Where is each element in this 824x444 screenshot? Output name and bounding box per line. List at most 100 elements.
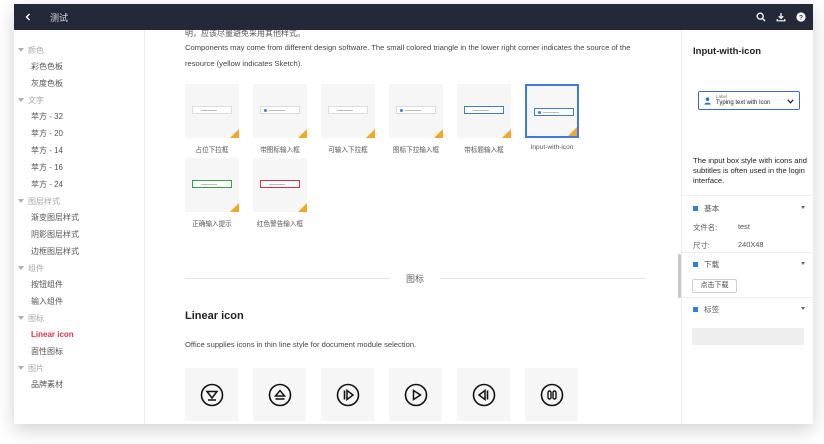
sidebar-item-linear-icon[interactable]: Linear icon [14, 326, 144, 343]
sketch-badge [298, 129, 307, 138]
caret-down-icon [18, 98, 24, 102]
thumb-label: 带图标输入框 [260, 147, 300, 154]
mini-input [328, 106, 368, 114]
mini-input [464, 106, 504, 114]
thumb-preview [185, 158, 239, 212]
sketch-badge [230, 129, 239, 138]
icon-tile[interactable] [321, 368, 374, 421]
sidebar-item-font-14[interactable]: 苹方 - 14 [14, 142, 144, 159]
top-bar: 测试 ? [14, 4, 813, 30]
sidebar-group-images[interactable]: 图片 [14, 360, 144, 376]
section-separator [682, 195, 813, 196]
thumb-preview [185, 84, 239, 138]
sidebar-item-font-20[interactable]: 苹方 - 20 [14, 125, 144, 142]
filter-circle-icon [200, 383, 223, 406]
sidebar-item-input-component[interactable]: 输入组件 [14, 293, 144, 310]
caret-down-icon [18, 199, 24, 203]
component-thumb[interactable]: 占位下拉框 [185, 84, 239, 154]
mini-input [260, 106, 300, 114]
section-basic-toggle[interactable]: 基本 [693, 202, 805, 214]
sketch-badge [298, 203, 307, 212]
thumb-preview [321, 84, 375, 138]
caret-down-icon [801, 262, 805, 265]
back-button[interactable] [14, 4, 42, 30]
detail-panel: Input-with-icon Label Typing text with I… [681, 30, 813, 424]
mini-line [405, 110, 421, 111]
component-thumb[interactable]: 带图标输入框 [253, 84, 307, 154]
preview-input-with-icon[interactable]: Label Typing text with Icon [698, 91, 800, 110]
download-button[interactable]: 点击下载 [692, 279, 737, 293]
chevron-left-icon [25, 13, 30, 21]
sidebar-item-shadow-style[interactable]: 阴影图层样式 [14, 226, 144, 243]
mini-line [201, 110, 217, 111]
detail-description: The input box style with icons and subti… [693, 156, 807, 185]
download-button[interactable] [775, 11, 787, 23]
mini-input [260, 180, 300, 188]
sidebar: 颜色 彩色色板 灰度色板 文字 苹方 - 32 苹方 - 20 苹方 - 14 … [14, 30, 145, 424]
sidebar-group-text[interactable]: 文字 [14, 92, 144, 108]
download-icon [776, 13, 786, 22]
sidebar-item-font-16[interactable]: 苹方 - 16 [14, 159, 144, 176]
section-tags-toggle[interactable]: 标签 [693, 303, 805, 315]
sidebar-item-filled-icon[interactable]: 面性图标 [14, 343, 144, 360]
component-thumb-selected[interactable]: Input-with-icon [525, 84, 579, 151]
icon-tile[interactable] [389, 368, 442, 421]
icon-tile[interactable] [185, 368, 238, 421]
mini-dot [400, 109, 403, 112]
sidebar-item-font-32[interactable]: 苹方 - 32 [14, 108, 144, 125]
rewind-circle-icon [472, 383, 495, 406]
search-icon [756, 12, 766, 22]
section-download-toggle[interactable]: 下载 [693, 258, 805, 270]
mini-line [269, 184, 285, 185]
component-thumb[interactable]: 可输入下拉框 [321, 84, 375, 154]
sidebar-item-border-style[interactable]: 边框图层样式 [14, 243, 144, 260]
caret-down-icon [18, 366, 24, 370]
thumb-preview [525, 84, 579, 138]
mini-line [473, 110, 489, 111]
sidebar-item-gradient-style[interactable]: 渐变图层样式 [14, 209, 144, 226]
section-marker-icon [693, 261, 698, 267]
sidebar-group-icons[interactable]: 图标 [14, 310, 144, 326]
intro-paragraph: Components may come from different desig… [185, 43, 631, 68]
icon-tile[interactable] [457, 368, 510, 421]
sidebar-group-components[interactable]: 组件 [14, 260, 144, 276]
section-marker-icon [693, 306, 698, 312]
search-button[interactable] [755, 11, 767, 23]
caret-down-icon [801, 307, 805, 310]
mini-input [192, 180, 232, 188]
sidebar-item-brand-assets[interactable]: 品牌素材 [14, 376, 144, 393]
mini-input [192, 106, 232, 114]
thumb-label: 可输入下拉框 [328, 147, 368, 154]
sidebar-item-font-24[interactable]: 苹方 - 24 [14, 176, 144, 193]
tags-area[interactable] [692, 328, 804, 345]
file-name-value: test [738, 222, 750, 231]
help-button[interactable]: ? [795, 11, 807, 23]
mini-input [396, 106, 436, 114]
section-separator [682, 297, 813, 298]
component-thumb[interactable]: 红色警告输入框 [253, 158, 307, 228]
sidebar-item-color-palette[interactable]: 彩色色板 [14, 58, 144, 75]
size-row: 尺寸: 240X48 [693, 240, 764, 250]
main-content: 明，应该尽量避免采用其他样式。 Components may come from… [146, 30, 681, 424]
sketch-badge [502, 129, 511, 138]
mini-line [201, 184, 217, 185]
component-thumb[interactable]: 正确输入提示 [185, 158, 239, 228]
sidebar-item-button-component[interactable]: 按钮组件 [14, 276, 144, 293]
pause-circle-icon [540, 383, 563, 406]
icon-tile[interactable] [525, 368, 578, 421]
file-name-row: 文件名: test [693, 222, 750, 232]
play-step-circle-icon [336, 383, 359, 406]
icon-tile[interactable] [253, 368, 306, 421]
mini-line [269, 110, 285, 111]
sidebar-group-color[interactable]: 颜色 [14, 42, 144, 58]
topbar-actions: ? [755, 4, 807, 30]
sidebar-group-layer-style[interactable]: 图层样式 [14, 193, 144, 209]
thumb-preview [253, 84, 307, 138]
section-title: Linear icon [185, 310, 244, 322]
user-icon [704, 97, 711, 105]
component-thumb[interactable]: 带标题输入框 [457, 84, 511, 154]
component-thumb[interactable]: 图标下拉输入框 [389, 84, 443, 154]
detail-title: Input-with-icon [693, 46, 762, 57]
mini-dot [538, 111, 541, 114]
sidebar-item-gray-palette[interactable]: 灰度色板 [14, 75, 144, 92]
